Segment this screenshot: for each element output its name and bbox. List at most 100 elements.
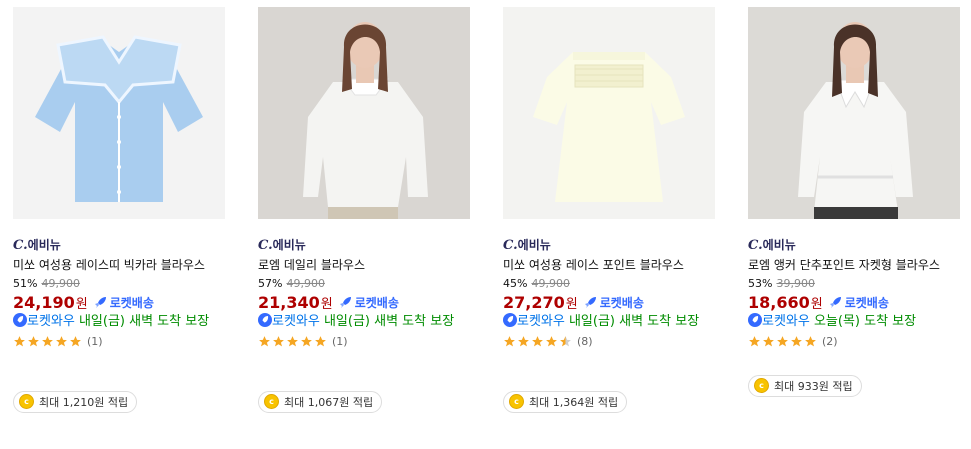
rocket-icon: [94, 297, 106, 308]
product-card[interactable]: C.에비뉴 미쏘 여성용 레이스 포인트 블라우스 45% 49,900 27,2…: [503, 7, 718, 413]
product-name[interactable]: 로엠 앵커 단추포인트 자켓형 블라우스: [748, 257, 963, 273]
rocket-badge: 로켓배송: [584, 294, 644, 311]
star-icon: [532, 335, 543, 346]
star-icon: [749, 335, 760, 346]
review-count: (1): [87, 334, 103, 348]
rocket-wow-label: 로켓와우: [762, 314, 810, 329]
delivery-info: 로켓와우 내일(금) 새벽 도착 보장: [503, 313, 715, 330]
rating-row: (2): [748, 333, 963, 349]
coin-icon: c: [754, 378, 769, 393]
star-icon: [301, 335, 312, 346]
rocket-delivery-label: 로켓배송: [844, 295, 889, 310]
rocket-delivery-label: 로켓배송: [109, 295, 154, 310]
star-icon: [28, 335, 39, 346]
star-rating: [748, 335, 817, 348]
discount-row: 57% 49,900: [258, 277, 473, 291]
star-icon: [315, 335, 326, 346]
star-rating: [503, 335, 572, 348]
review-count: (8): [577, 334, 593, 348]
model-image: [258, 7, 470, 219]
discount-row: 53% 39,900: [748, 277, 963, 291]
star-icon: [763, 335, 774, 346]
delivery-info: 로켓와우 내일(금) 새벽 도착 보장: [258, 313, 470, 330]
rocket-wow-label: 로켓와우: [272, 314, 320, 329]
product-name[interactable]: 로엠 데일리 블라우스: [258, 257, 473, 273]
coin-icon: c: [509, 394, 524, 409]
discount-row: 51% 49,900: [13, 277, 228, 291]
rating-row: (8): [503, 333, 718, 349]
product-image[interactable]: [503, 7, 715, 219]
sale-price: 21,340: [258, 292, 320, 312]
product-card[interactable]: C.에비뉴 로엠 데일리 블라우스 57% 49,900 21,340 원 로켓배송…: [258, 7, 473, 413]
delivery-info: 로켓와우 내일(금) 새벽 도착 보장: [13, 313, 225, 330]
currency: 원: [75, 296, 88, 312]
rocket-badge: 로켓배송: [94, 294, 154, 311]
sale-price: 27,270: [503, 292, 565, 312]
price-row: 24,190 원 로켓배송: [13, 292, 228, 312]
rocket-badge: 로켓배송: [339, 294, 399, 311]
review-count: (2): [822, 334, 838, 348]
brand-logo: C.에비뉴: [258, 238, 306, 253]
model-image: [748, 7, 960, 219]
rocket-wow-icon: [503, 313, 517, 327]
cashback-badge: c 최대 1,210원 적립: [13, 390, 138, 413]
arrival-text: 내일(금) 새벽 도착 보장: [74, 314, 210, 329]
star-icon: [805, 335, 816, 346]
star-icon: [70, 335, 81, 346]
original-price: 49,900: [41, 277, 80, 290]
rocket-wow-label: 로켓와우: [27, 314, 75, 329]
star-icon: [504, 335, 515, 346]
rocket-wow-icon: [258, 313, 272, 327]
star-icon: [560, 335, 571, 346]
discount-rate: 53%: [748, 277, 773, 290]
arrival-text: 내일(금) 새벽 도착 보장: [564, 314, 700, 329]
star-icon: [273, 335, 284, 346]
star-icon: [42, 335, 53, 346]
coin-icon: c: [19, 394, 34, 409]
star-rating: [258, 335, 327, 348]
blouse-image: [13, 7, 225, 219]
discount-rate: 45%: [503, 277, 528, 290]
product-image[interactable]: [13, 7, 225, 219]
star-icon: [56, 335, 67, 346]
rocket-icon: [829, 297, 841, 308]
arrival-text: 내일(금) 새벽 도착 보장: [319, 314, 455, 329]
discount-row: 45% 49,900: [503, 277, 718, 291]
rocket-icon: [339, 297, 351, 308]
cashback-badge: c 최대 1,067원 적립: [258, 390, 383, 413]
product-name[interactable]: 미쏘 여성용 레이스띠 빅카라 블라우스: [13, 257, 228, 273]
price-row: 21,340 원 로켓배송: [258, 292, 473, 312]
brand-logo: C.에비뉴: [13, 238, 61, 253]
rocket-delivery-label: 로켓배송: [599, 295, 644, 310]
star-icon: [259, 335, 270, 346]
product-card[interactable]: C.에비뉴 로엠 앵커 단추포인트 자켓형 블라우스 53% 39,900 18,…: [748, 7, 963, 397]
sale-price: 24,190: [13, 292, 75, 312]
star-rating: [13, 335, 82, 348]
rocket-icon: [584, 297, 596, 308]
star-icon: [777, 335, 788, 346]
product-card[interactable]: C.에비뉴 미쏘 여성용 레이스띠 빅카라 블라우스 51% 49,900 24,…: [13, 7, 228, 413]
rating-row: (1): [13, 333, 228, 349]
star-icon: [287, 335, 298, 346]
price-row: 27,270 원 로켓배송: [503, 292, 718, 312]
star-icon: [546, 335, 557, 346]
star-icon: [518, 335, 529, 346]
cashback-text: 최대 933원 적립: [774, 379, 853, 393]
coin-icon: c: [264, 394, 279, 409]
star-icon: [791, 335, 802, 346]
rocket-wow-icon: [748, 313, 762, 327]
blouse-image: [503, 7, 715, 219]
price-row: 18,660 원 로켓배송: [748, 292, 963, 312]
original-price: 49,900: [531, 277, 570, 290]
currency: 원: [320, 296, 333, 312]
rating-row: (1): [258, 333, 473, 349]
brand-logo: C.에비뉴: [748, 238, 796, 253]
delivery-info: 로켓와우 오늘(목) 도착 보장: [748, 313, 960, 330]
sale-price: 18,660: [748, 292, 810, 312]
product-name[interactable]: 미쏘 여성용 레이스 포인트 블라우스: [503, 257, 718, 273]
brand-logo: C.에비뉴: [503, 238, 551, 253]
original-price: 49,900: [286, 277, 325, 290]
discount-rate: 51%: [13, 277, 38, 290]
product-image[interactable]: [258, 7, 470, 219]
product-image[interactable]: [748, 7, 960, 219]
